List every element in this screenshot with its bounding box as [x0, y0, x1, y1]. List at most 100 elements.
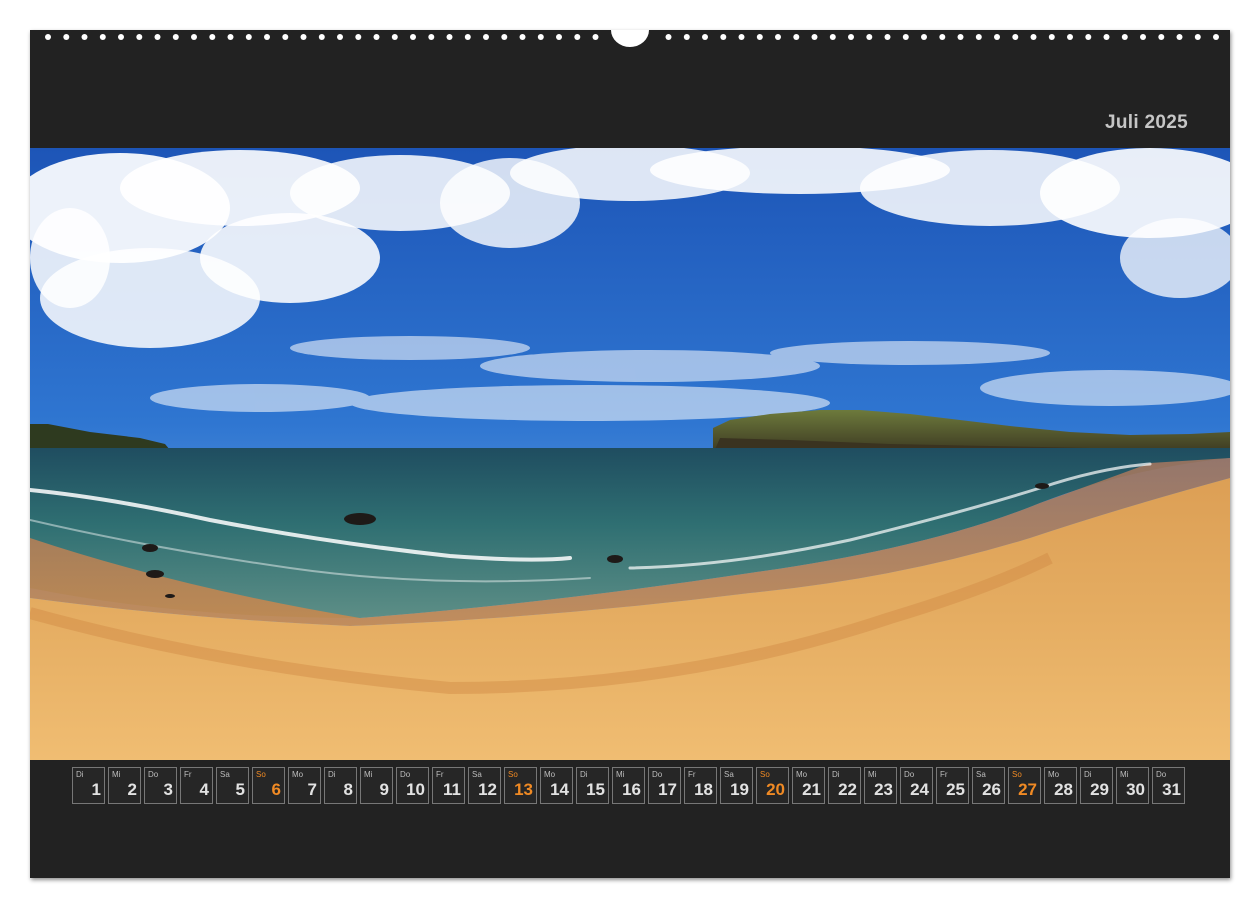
day-number: 18	[694, 780, 713, 800]
binding-hole	[410, 34, 416, 40]
day-weekday-label: Do	[1156, 770, 1166, 779]
binding-hole	[556, 34, 562, 40]
day-cell-12: Sa12	[468, 767, 501, 804]
binding-hole	[301, 34, 307, 40]
day-number: 12	[478, 780, 497, 800]
day-number: 28	[1054, 780, 1073, 800]
day-cell-1: Di1	[72, 767, 105, 804]
binding-hole	[374, 34, 380, 40]
binding-hole	[209, 34, 215, 40]
day-cell-2: Mi 2	[108, 767, 141, 804]
day-strip: Di1Mi2Do3Fr4Sa5So6Mo7Di8Mi9Do10Fr11Sa12S…	[72, 767, 1188, 805]
day-number: 30	[1126, 780, 1145, 800]
day-number: 2	[128, 780, 137, 800]
beach-panorama-photo	[30, 148, 1230, 760]
binding-hole	[1067, 34, 1073, 40]
day-cell-24: Do24	[900, 767, 933, 804]
day-weekday-label: Mi	[112, 770, 120, 779]
day-weekday-label: Mi	[616, 770, 624, 779]
day-cell-16: Mi16	[612, 767, 645, 804]
day-number: 5	[236, 780, 245, 800]
binding-hole	[355, 34, 361, 40]
day-cell-21: Mo21	[792, 767, 825, 804]
binding-hole	[958, 34, 964, 40]
binding-hole	[939, 34, 945, 40]
day-cell-18: Fr18	[684, 767, 717, 804]
day-cell-7: Mo7	[288, 767, 321, 804]
day-cell-19: Sa19	[720, 767, 753, 804]
day-cell-15: Di15	[576, 767, 609, 804]
binding-hole	[520, 34, 526, 40]
binding-hole	[666, 34, 672, 40]
day-weekday-label: Mo	[544, 770, 555, 779]
day-weekday-label: Fr	[688, 770, 696, 779]
binding-hole	[1049, 34, 1055, 40]
binding-hole	[428, 34, 434, 40]
binding-hole	[739, 34, 745, 40]
day-number: 16	[622, 780, 641, 800]
day-weekday-label: Di	[328, 770, 336, 779]
day-number: 23	[874, 780, 893, 800]
binding-hole	[1085, 34, 1091, 40]
day-weekday-label: Fr	[184, 770, 192, 779]
day-cell-9: Mi 9	[360, 767, 393, 804]
day-weekday-label: Sa	[976, 770, 986, 779]
day-weekday-label: Do	[904, 770, 914, 779]
binding-hole	[465, 34, 471, 40]
day-cell-4: Fr 4	[180, 767, 213, 804]
day-weekday-label: Mi	[364, 770, 372, 779]
binding-hole	[483, 34, 489, 40]
binding-hole	[63, 34, 69, 40]
binding-hole	[720, 34, 726, 40]
day-number: 4	[200, 780, 209, 800]
day-number: 14	[550, 780, 569, 800]
binding-hole	[246, 34, 252, 40]
binding-hole	[392, 34, 398, 40]
day-number: 9	[380, 780, 389, 800]
day-weekday-label: Do	[148, 770, 158, 779]
hanger-notch	[611, 30, 649, 47]
binding-hole	[1158, 34, 1164, 40]
day-number: 3	[164, 780, 173, 800]
day-cell-10: Do10	[396, 767, 429, 804]
binding-hole	[1195, 34, 1201, 40]
binding-hole	[191, 34, 197, 40]
binding-hole	[1122, 34, 1128, 40]
day-cell-30: Mi30	[1116, 767, 1149, 804]
day-weekday-label: So	[508, 770, 518, 779]
day-number: 31	[1162, 780, 1181, 800]
day-number: 29	[1090, 780, 1109, 800]
binding-hole	[82, 34, 88, 40]
day-number: 11	[443, 780, 461, 800]
binding-hole	[538, 34, 544, 40]
binding-hole	[1012, 34, 1018, 40]
binding-hole	[574, 34, 580, 40]
binding-hole	[501, 34, 507, 40]
day-weekday-label: Fr	[436, 770, 444, 779]
day-number: 6	[272, 780, 281, 800]
binding-hole	[848, 34, 854, 40]
day-weekday-label: Mi	[1120, 770, 1128, 779]
day-cell-22: Di22	[828, 767, 861, 804]
binding-hole	[593, 34, 599, 40]
binding-hole	[100, 34, 106, 40]
binding-hole	[1104, 34, 1110, 40]
binding-hole	[1177, 34, 1183, 40]
day-number: 17	[658, 780, 677, 800]
binding-hole	[118, 34, 124, 40]
day-weekday-label: Mi	[868, 770, 876, 779]
day-cell-28: Mo28	[1044, 767, 1077, 804]
day-number: 24	[910, 780, 929, 800]
binding-hole	[173, 34, 179, 40]
binding-hole	[684, 34, 690, 40]
day-weekday-label: Sa	[220, 770, 230, 779]
day-number: 8	[344, 780, 353, 800]
day-number: 15	[586, 780, 605, 800]
binding-hole	[885, 34, 891, 40]
day-weekday-label: Di	[1084, 770, 1092, 779]
spiral-binding	[0, 0, 1260, 48]
binding-hole	[903, 34, 909, 40]
day-cell-27: So27	[1008, 767, 1041, 804]
day-number: 21	[802, 780, 821, 800]
day-number: 22	[838, 780, 857, 800]
